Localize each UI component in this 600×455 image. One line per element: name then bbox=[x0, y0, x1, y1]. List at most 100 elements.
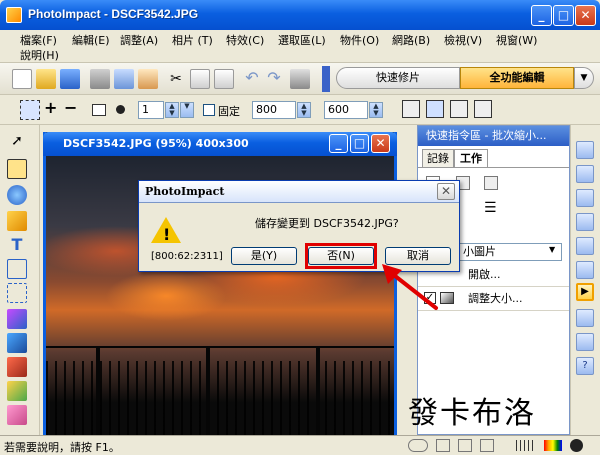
clone-tool-icon[interactable] bbox=[7, 333, 27, 353]
capture-icon[interactable] bbox=[290, 69, 310, 89]
status-ruler-icon[interactable] bbox=[516, 440, 536, 451]
panel-toggle-icon-6[interactable] bbox=[576, 261, 594, 279]
fence-post bbox=[96, 346, 100, 436]
crop-tool-icon[interactable] bbox=[7, 259, 27, 279]
panel-toggle-icon-8[interactable] bbox=[576, 309, 594, 327]
menu-file[interactable]: 檔案(F) bbox=[20, 32, 57, 48]
brush-size-dropdown[interactable]: ▼ bbox=[180, 102, 194, 118]
pick-tool-icon[interactable]: ➚ bbox=[7, 133, 27, 153]
open-folder-icon[interactable] bbox=[36, 69, 56, 89]
help-panel-icon[interactable]: ? bbox=[576, 357, 594, 375]
crop-option-icon[interactable] bbox=[402, 100, 420, 118]
menu-photo[interactable]: 相片 (T) bbox=[172, 32, 213, 48]
rectangle-shape-icon[interactable] bbox=[92, 104, 106, 116]
redo-icon[interactable]: ↷ bbox=[264, 69, 284, 89]
scan-icon[interactable] bbox=[114, 69, 134, 89]
document-title-bar: DSCF3542.JPG (95%) 400x300 _ □ ✕ bbox=[43, 132, 397, 156]
fill-tool-icon[interactable] bbox=[7, 381, 27, 401]
status-view-icon[interactable] bbox=[408, 439, 428, 452]
height-spinner[interactable]: ▲ ▼ bbox=[369, 102, 383, 118]
paste-icon[interactable] bbox=[214, 69, 234, 89]
menu-web[interactable]: 網路(B) bbox=[392, 32, 430, 48]
full-edit-mode-button[interactable]: 全功能編輯 bbox=[460, 67, 574, 89]
status-grid-icon[interactable] bbox=[436, 439, 450, 452]
menu-edit[interactable]: 編輯(E) bbox=[72, 32, 110, 48]
status-color-icon[interactable] bbox=[544, 440, 562, 451]
document-title: DSCF3542.JPG (95%) 400x300 bbox=[63, 137, 249, 150]
tab-history[interactable]: 記錄 bbox=[422, 149, 454, 167]
status-bar: 若需要說明，請按 F1。 bbox=[0, 435, 600, 455]
window-title: PhotoImpact - DSCF3542.JPG bbox=[28, 7, 199, 21]
panel-toggle-icon-9[interactable] bbox=[576, 333, 594, 351]
copy-icon[interactable] bbox=[190, 69, 210, 89]
fixed-checkbox[interactable] bbox=[203, 104, 215, 116]
object-tool-icon[interactable] bbox=[7, 185, 27, 205]
menu-view[interactable]: 檢視(V) bbox=[444, 32, 482, 48]
fence-post bbox=[206, 346, 210, 436]
menu-effects[interactable]: 特效(C) bbox=[226, 32, 264, 48]
eraser-tool-icon[interactable] bbox=[7, 405, 27, 425]
undo-icon[interactable]: ↶ bbox=[242, 69, 262, 89]
doc-maximize-button[interactable]: □ bbox=[350, 134, 369, 153]
fixed-label: 固定 bbox=[218, 105, 240, 118]
toolbar-scroll-handle[interactable] bbox=[322, 66, 330, 92]
select-option-icon[interactable] bbox=[426, 100, 444, 118]
no-button[interactable]: 否(N) bbox=[308, 247, 374, 265]
status-info-icon[interactable] bbox=[570, 439, 583, 452]
retouch-tool-icon[interactable] bbox=[7, 357, 27, 377]
menu-selection[interactable]: 選取區(L) bbox=[278, 32, 326, 48]
panel-toggle-icon-1[interactable] bbox=[576, 141, 594, 159]
brush-size-field[interactable]: 1 bbox=[138, 101, 164, 119]
tab-tasks[interactable]: 工作 bbox=[454, 149, 488, 167]
brush-size-spinner[interactable]: ▲ ▼ bbox=[165, 102, 179, 118]
panel-icon-bar: ▶ ? bbox=[570, 125, 600, 435]
new-icon[interactable] bbox=[12, 69, 32, 89]
minimize-button[interactable]: _ bbox=[531, 5, 552, 26]
menu-adjust[interactable]: 調整(A) bbox=[120, 32, 158, 48]
width-field[interactable]: 800 bbox=[252, 101, 296, 119]
print-icon[interactable] bbox=[90, 69, 110, 89]
width-spinner[interactable]: ▲ ▼ bbox=[297, 102, 311, 118]
save-changes-dialog: PhotoImpact ✕ ! 儲存變更到 DSCF3542.JPG? [800… bbox=[138, 180, 460, 272]
dialog-error-code: [800:62:2311] bbox=[151, 251, 223, 262]
selection-mode-icon[interactable] bbox=[20, 100, 40, 120]
magnify-option-icon[interactable] bbox=[450, 100, 468, 118]
close-button[interactable]: ✕ bbox=[575, 5, 596, 26]
dialog-message: 儲存變更到 DSCF3542.JPG? bbox=[255, 217, 399, 230]
save-icon[interactable] bbox=[60, 69, 80, 89]
subtract-icon[interactable]: − bbox=[64, 98, 77, 117]
quick-command-panel-icon[interactable]: ▶ bbox=[576, 283, 594, 301]
edit-task-icon[interactable] bbox=[484, 176, 498, 190]
transform-tool-icon[interactable] bbox=[7, 283, 27, 303]
yes-button[interactable]: 是(Y) bbox=[231, 247, 297, 265]
dialog-close-button[interactable]: ✕ bbox=[437, 183, 455, 200]
panel-toggle-icon-3[interactable] bbox=[576, 189, 594, 207]
status-layout-icon[interactable] bbox=[458, 439, 472, 452]
menu-help[interactable]: 說明(H) bbox=[20, 47, 59, 63]
list-item[interactable]: 調整大小... bbox=[418, 287, 569, 311]
add-icon[interactable]: + bbox=[44, 98, 57, 117]
transform-option-icon[interactable] bbox=[474, 100, 492, 118]
brush-shape-icon[interactable] bbox=[116, 105, 125, 114]
menu-window[interactable]: 視窗(W) bbox=[496, 32, 537, 48]
doc-close-button[interactable]: ✕ bbox=[371, 134, 390, 153]
detail-view-icon[interactable]: ☰ bbox=[484, 200, 497, 216]
status-zoom-icon[interactable] bbox=[480, 439, 494, 452]
maximize-button[interactable]: □ bbox=[553, 5, 574, 26]
panel-toggle-icon-5[interactable] bbox=[576, 237, 594, 255]
selection-tool-icon[interactable] bbox=[7, 159, 27, 179]
menu-object[interactable]: 物件(O) bbox=[340, 32, 379, 48]
doc-minimize-button[interactable]: _ bbox=[329, 134, 348, 153]
panel-toggle-icon-4[interactable] bbox=[576, 213, 594, 231]
panel-toggle-icon-2[interactable] bbox=[576, 165, 594, 183]
paint-tool-icon[interactable] bbox=[7, 309, 27, 329]
camera-import-icon[interactable] bbox=[138, 69, 158, 89]
quick-fix-mode-button[interactable]: 快速修片 bbox=[336, 67, 460, 89]
menu-bar: 檔案(F) 編輯(E) 調整(A) 相片 (T) 特效(C) 選取區(L) 物件… bbox=[0, 30, 600, 63]
height-field[interactable]: 600 bbox=[324, 101, 368, 119]
mode-dropdown-arrow[interactable]: ▼ bbox=[574, 67, 594, 89]
task-dropdown-arrow[interactable]: ▼ bbox=[549, 245, 555, 254]
cut-icon[interactable]: ✂ bbox=[166, 69, 186, 89]
shape-tool-icon[interactable] bbox=[7, 211, 27, 231]
text-tool-icon[interactable]: T bbox=[7, 235, 27, 255]
